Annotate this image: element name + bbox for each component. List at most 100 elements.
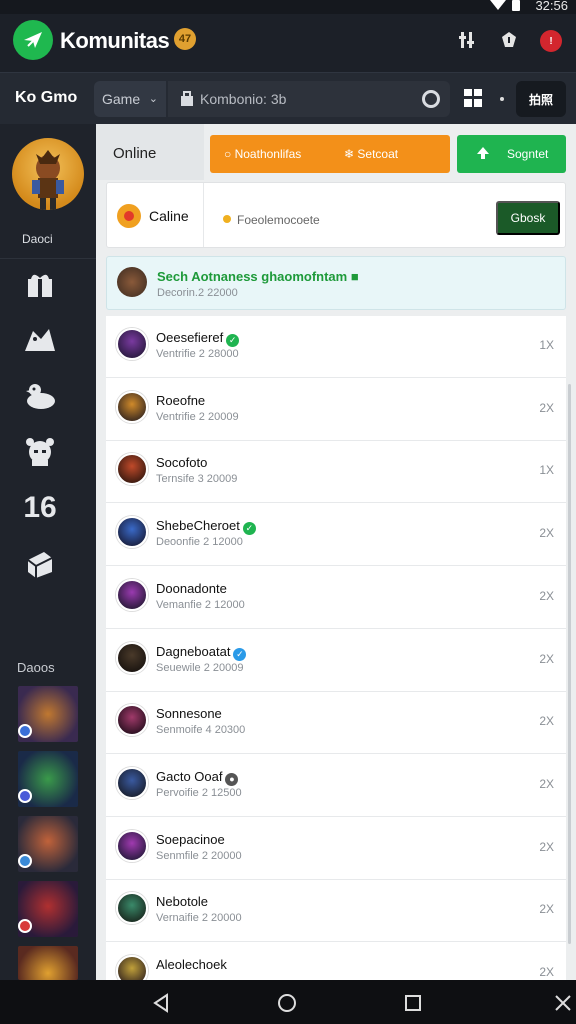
assistant-icon[interactable] <box>552 992 574 1014</box>
member-list: Oeesefieref ✓ Ventrifie 2 28000 1X Roeofne Ve… <box>106 316 566 980</box>
toolbar: Ko Gmo Game ⌄ 拍照 <box>0 72 576 124</box>
status-dot <box>223 215 231 223</box>
sidebar-divider <box>0 258 96 259</box>
game-select-label: Game <box>102 91 141 107</box>
list-item[interactable]: Dagneboatat ✓ Seuewile 2 20009 2X <box>106 630 566 692</box>
qr-button[interactable]: 拍照 <box>516 81 566 117</box>
hero-name: Daoci <box>22 232 53 246</box>
cube-icon[interactable] <box>18 544 62 584</box>
puzzle-icon[interactable] <box>497 28 521 52</box>
list-item-count: 2X <box>539 965 554 979</box>
thumbnail-badge <box>18 724 32 738</box>
sidebar: Daoci 16 Daoos <box>0 124 96 980</box>
scrollbar[interactable] <box>568 384 571 944</box>
title-badge: 47 <box>174 28 196 50</box>
game-select[interactable]: Game ⌄ <box>94 81 166 117</box>
game-thumbnail[interactable] <box>18 751 78 807</box>
list-item-subtitle: Seuewile 2 20009 <box>156 661 244 674</box>
list-item-count: 2X <box>539 714 554 729</box>
featured-title: Sech Aotnaness ghaomofntam ■ <box>157 269 359 284</box>
list-item[interactable]: Aleolechoek 2X <box>106 943 566 980</box>
thumbnail-badge <box>18 854 32 868</box>
filter-icon[interactable] <box>455 28 479 52</box>
camera-search-icon[interactable] <box>422 90 440 108</box>
system-nav-bar <box>0 980 576 1024</box>
list-item-avatar <box>116 704 148 737</box>
app-logo-icon[interactable] <box>13 20 53 60</box>
thumbnail-badge <box>18 919 32 933</box>
tab-online[interactable]: Online <box>96 124 204 180</box>
list-item[interactable]: Nebotole Vernaifie 2 20000 2X <box>106 880 566 943</box>
bird-icon[interactable] <box>18 320 62 360</box>
battery-icon <box>512 0 520 11</box>
list-item-count: 2X <box>539 651 554 666</box>
list-item-avatar <box>116 578 148 611</box>
game-thumbnail[interactable] <box>18 881 78 937</box>
monster-icon[interactable] <box>18 432 62 472</box>
verified-badge-icon: ✓ <box>233 647 247 661</box>
list-item-avatar <box>116 955 148 980</box>
list-item-count: 2X <box>539 588 554 603</box>
list-item[interactable]: ShebeCheroet ✓ Deoonfie 2 12000 2X <box>106 504 566 567</box>
list-item-name: Dagneboatat ✓ <box>156 644 247 661</box>
list-item-avatar <box>116 641 148 674</box>
list-item-name: Aleolechoek <box>156 957 227 972</box>
support-button[interactable]: Sogntet <box>457 135 566 173</box>
list-item-name: Nebotole <box>156 894 209 910</box>
app-header: Komunitas 47 ! <box>0 14 576 72</box>
list-item-avatar <box>116 829 148 862</box>
sixteen-icon[interactable]: 16 <box>18 488 62 528</box>
notification-icon[interactable]: ! <box>540 30 562 52</box>
upload-icon <box>475 145 491 164</box>
list-item[interactable]: Soepacinoe Senmfile 2 20000 2X <box>106 818 566 880</box>
list-item[interactable]: Sonnesone Senmoife 4 20300 2X <box>106 692 566 755</box>
list-item-name: Gacto Ooaf ● <box>156 769 239 786</box>
gift-box-icon[interactable] <box>462 87 484 114</box>
home-icon[interactable] <box>276 992 298 1014</box>
game-thumbnail[interactable] <box>18 816 78 872</box>
list-item-name: Soepacinoe <box>156 831 225 847</box>
featured-item[interactable]: Sech Aotnaness ghaomofntam ■ Decorin.2 2… <box>106 256 566 310</box>
status-avatar <box>117 204 141 228</box>
separator-dot <box>500 97 504 101</box>
list-item-subtitle: Pervoifie 2 12500 <box>156 786 242 799</box>
list-item-avatar <box>116 328 148 360</box>
game-thumbnail[interactable] <box>18 946 78 980</box>
gift-icon[interactable] <box>18 264 62 304</box>
hero-avatar[interactable] <box>12 138 84 210</box>
recents-icon[interactable] <box>402 992 424 1014</box>
search-box[interactable] <box>168 81 450 117</box>
list-item[interactable]: Roeofne Ventrifie 2 20009 2X <box>106 379 566 441</box>
featured-subtitle: Decorin.2 22000 <box>157 287 238 299</box>
chevron-down-icon: ⌄ <box>148 93 158 105</box>
status-name: Caline <box>149 208 189 224</box>
check-button[interactable]: Gbosk <box>496 201 560 235</box>
featured-avatar <box>117 267 147 297</box>
list-item-avatar <box>116 766 148 799</box>
back-icon[interactable] <box>150 992 172 1014</box>
search-input[interactable] <box>200 81 410 117</box>
sidebar-section-label: Daoos <box>17 660 55 675</box>
list-item[interactable]: Oeesefieref ✓ Ventrifie 2 28000 1X <box>106 316 566 378</box>
list-item-avatar <box>116 892 148 925</box>
list-item-count: 1X <box>539 463 554 478</box>
list-item-name: ShebeCheroet ✓ <box>156 518 256 536</box>
list-item-subtitle: Deoonfie 2 12000 <box>156 536 243 549</box>
clock: 32:56 <box>535 0 568 13</box>
list-item-name: Sonnesone <box>156 706 222 722</box>
list-item-name: Roeofne <box>156 392 206 408</box>
duck-icon[interactable] <box>18 376 62 416</box>
status-divider <box>203 183 204 247</box>
list-item-subtitle: Vemanfie 2 12000 <box>156 598 245 611</box>
status-bar: 32:56 <box>0 0 576 14</box>
list-item-count: 2X <box>539 902 554 917</box>
notifications-button[interactable]: ○ Noathonlifas ❄ Setcoat <box>210 135 450 173</box>
thumbnail-badge <box>18 789 32 803</box>
list-item-count: 2X <box>539 400 554 415</box>
list-item-name: Socofoto <box>156 455 208 471</box>
list-item[interactable]: Doonadonte Vemanfie 2 12000 2X <box>106 567 566 629</box>
list-item[interactable]: Gacto Ooaf ● Pervoifie 2 12500 2X <box>106 755 566 817</box>
game-thumbnail[interactable] <box>18 686 78 742</box>
support-button-label: Sogntet <box>507 147 549 161</box>
list-item[interactable]: Socofoto Ternsife 3 20009 1X <box>106 441 566 504</box>
